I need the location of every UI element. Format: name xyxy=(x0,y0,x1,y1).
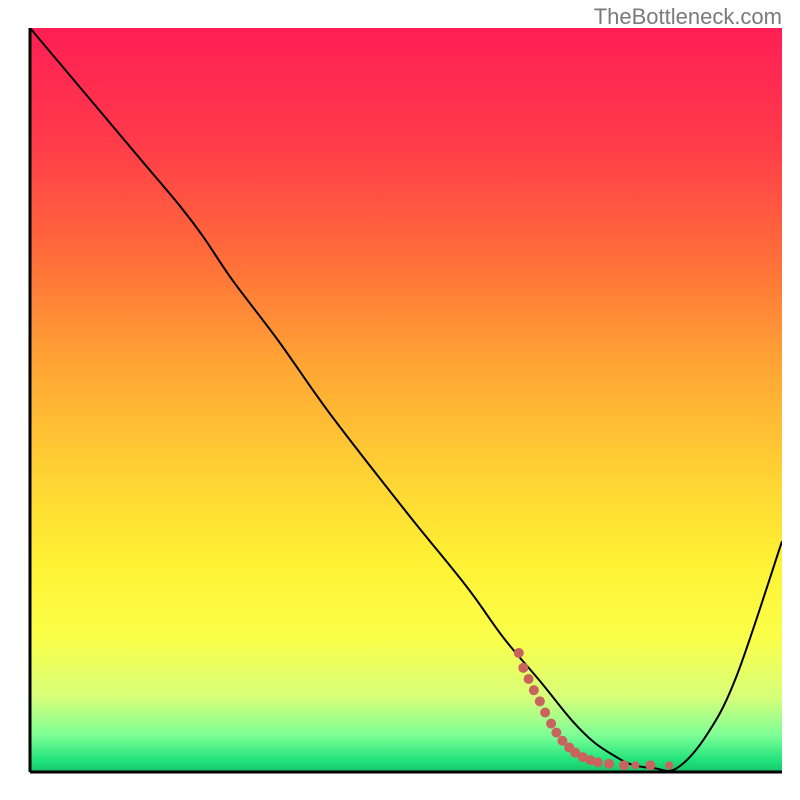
marker-dot xyxy=(514,648,524,658)
gradient-background xyxy=(30,28,782,772)
marker-dot xyxy=(631,761,639,769)
marker-dot xyxy=(665,761,673,769)
watermark-label: TheBottleneck.com xyxy=(594,4,782,30)
marker-dot xyxy=(619,760,629,770)
marker-dot xyxy=(551,728,561,738)
marker-dot xyxy=(604,759,614,769)
bottleneck-chart xyxy=(0,0,800,800)
marker-dot xyxy=(518,663,528,673)
marker-dot xyxy=(540,707,550,717)
marker-dot xyxy=(529,685,539,695)
marker-dot xyxy=(546,719,556,729)
marker-dot xyxy=(645,760,655,770)
marker-dot xyxy=(535,696,545,706)
marker-dot xyxy=(593,757,603,767)
chart-container: TheBottleneck.com xyxy=(0,0,800,800)
marker-dot xyxy=(524,674,534,684)
